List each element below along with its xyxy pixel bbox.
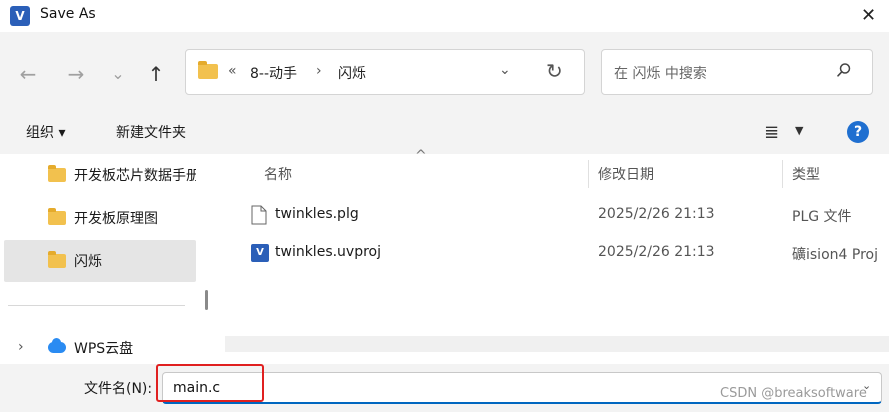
refresh-icon[interactable]: ↻ bbox=[546, 59, 563, 83]
file-type: 礦ision4 Proj bbox=[792, 247, 878, 263]
forward-button[interactable]: → bbox=[62, 62, 90, 86]
filename-label: 文件名(N): bbox=[84, 381, 153, 397]
navigation-bar: ← → ⌄ ↑ « 8--动手 › 闪烁 ⌄ ↻ 在 闪烁 中搜索 bbox=[0, 32, 889, 112]
address-dropdown-icon[interactable]: ⌄ bbox=[499, 62, 511, 78]
tree-item-selected[interactable]: 闪烁 bbox=[4, 240, 196, 282]
tree-divider bbox=[8, 305, 185, 306]
file-list: ^ 名称 修改日期 类型 twinkles.plg 2025/2/26 21:1… bbox=[215, 148, 889, 364]
back-button[interactable]: ← bbox=[14, 62, 42, 86]
watermark: CSDN @breaksoftware bbox=[720, 386, 867, 401]
title-bar: V Save As ✕ bbox=[0, 0, 889, 32]
tree-item[interactable]: 开发板芯片数据手册 bbox=[4, 154, 196, 196]
column-header-type[interactable]: 类型 bbox=[792, 164, 820, 184]
organize-menu[interactable]: 组织 ▾ bbox=[26, 122, 65, 142]
file-name: twinkles.plg bbox=[275, 206, 359, 222]
tree-item-label: 开发板原理图 bbox=[74, 211, 158, 227]
breadcrumb-overflow[interactable]: « bbox=[228, 63, 237, 79]
file-date: 2025/2/26 21:13 bbox=[598, 244, 715, 260]
sort-ascending-icon: ^ bbox=[415, 148, 427, 164]
horizontal-scrollbar[interactable] bbox=[225, 336, 889, 352]
cloud-icon bbox=[48, 338, 66, 353]
column-header-name[interactable]: 名称 bbox=[264, 164, 292, 184]
view-options-caret-icon[interactable]: ▼ bbox=[795, 124, 803, 137]
folder-icon bbox=[48, 165, 66, 182]
file-date: 2025/2/26 21:13 bbox=[598, 206, 715, 222]
window-title: Save As bbox=[40, 6, 96, 22]
tree-scrollbar-thumb[interactable] bbox=[205, 290, 208, 310]
file-name: twinkles.uvproj bbox=[275, 244, 382, 260]
help-icon[interactable]: ? bbox=[847, 121, 869, 143]
search-input[interactable]: 在 闪烁 中搜索 bbox=[614, 63, 707, 83]
uvision-project-icon: V bbox=[251, 244, 269, 262]
breadcrumb-item[interactable]: 8--动手 bbox=[250, 63, 297, 83]
chevron-right-icon[interactable]: › bbox=[18, 339, 24, 355]
file-type: PLG 文件 bbox=[792, 209, 852, 225]
filename-bar: 文件名(N): ⌄ CSDN @breaksoftware bbox=[0, 364, 889, 412]
navigation-pane: 开发板芯片数据手册 开发板原理图 闪烁 › WPS云盘 bbox=[0, 154, 215, 364]
folder-icon bbox=[48, 251, 66, 268]
file-row[interactable]: twinkles.plg 2025/2/26 21:13 PLG 文件 bbox=[245, 196, 889, 234]
breadcrumb-separator[interactable]: › bbox=[316, 63, 322, 79]
column-divider[interactable] bbox=[782, 160, 783, 188]
recent-locations-button[interactable]: ⌄ bbox=[104, 62, 132, 86]
search-icon[interactable] bbox=[836, 62, 852, 78]
command-bar: 组织 ▾ 新建文件夹 ≣ ▼ ? bbox=[0, 112, 889, 154]
tree-item-wps-cloud[interactable]: WPS云盘 bbox=[74, 338, 133, 358]
tree-item[interactable]: 开发板原理图 bbox=[4, 197, 196, 239]
search-box[interactable]: 在 闪烁 中搜索 bbox=[601, 49, 873, 95]
app-icon: V bbox=[10, 6, 30, 26]
close-button[interactable]: ✕ bbox=[848, 0, 889, 32]
view-options-icon[interactable]: ≣ bbox=[764, 122, 779, 143]
column-divider[interactable] bbox=[588, 160, 589, 188]
column-header-date[interactable]: 修改日期 bbox=[598, 164, 654, 184]
folder-icon bbox=[198, 61, 218, 79]
document-icon bbox=[251, 205, 267, 225]
breadcrumb-item[interactable]: 闪烁 bbox=[338, 63, 366, 83]
tree-item-label: 闪烁 bbox=[74, 254, 102, 270]
file-row[interactable]: V twinkles.uvproj 2025/2/26 21:13 礦ision… bbox=[245, 234, 889, 272]
folder-icon bbox=[48, 208, 66, 225]
address-bar[interactable]: « 8--动手 › 闪烁 ⌄ ↻ bbox=[185, 49, 585, 95]
filename-highlight-box bbox=[156, 364, 264, 402]
up-button[interactable]: ↑ bbox=[142, 62, 170, 86]
new-folder-button[interactable]: 新建文件夹 bbox=[116, 122, 186, 142]
tree-item-label: 开发板芯片数据手册 bbox=[74, 168, 196, 184]
